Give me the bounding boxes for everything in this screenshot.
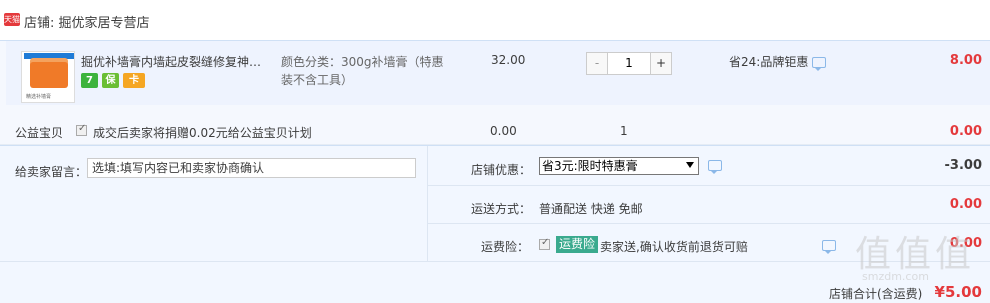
- shop-header: 天猫 店铺: 掘优家居专营店: [0, 0, 990, 40]
- charity-text: 成交后卖家将捐赠0.02元给公益宝贝计划: [93, 126, 312, 140]
- product-title-link[interactable]: 掘优补墙膏内墙起皮裂缝修复神…: [81, 53, 266, 70]
- charity-total: 0.00: [949, 124, 982, 139]
- discount-select[interactable]: 省3元:限时特惠膏: [539, 157, 699, 175]
- insurance-text: 卖家送,确认收货前退货可赔: [600, 240, 748, 254]
- quantity-stepper: - +: [586, 52, 672, 75]
- product-thumbnail[interactable]: 精选补墙膏: [21, 51, 75, 103]
- promotion-text: 省24:品牌钜惠: [729, 55, 809, 69]
- row-divider: [427, 223, 990, 224]
- increase-quantity-button[interactable]: +: [651, 53, 671, 74]
- insurance-checkbox[interactable]: [539, 237, 550, 250]
- shipping-label: 运送方式：: [471, 202, 532, 216]
- promotion-info: 省24:品牌钜惠: [729, 53, 827, 71]
- chat-icon[interactable]: [822, 240, 836, 254]
- thumbnail-tub: [30, 62, 68, 88]
- credit-card-icon[interactable]: 卡: [123, 73, 145, 88]
- unit-price: 32.00: [491, 53, 526, 67]
- discount-total: -3.00: [944, 158, 982, 173]
- thumbnail-caption: 精选补墙膏: [26, 94, 52, 100]
- shop-total-label: 店铺合计(含运费): [829, 287, 923, 301]
- shop-total-amount: ¥5.00: [934, 283, 982, 301]
- chevron-down-icon: [686, 162, 694, 168]
- message-label: 给卖家留言：: [15, 165, 88, 179]
- tmall-icon: 天猫: [4, 13, 20, 26]
- column-divider: [427, 146, 428, 261]
- item-subtotal: 8.00: [949, 53, 982, 68]
- insurance-badge: 运费险: [556, 236, 599, 253]
- seller-message-input[interactable]: [87, 158, 416, 178]
- order-options-block: 给卖家留言： 店铺优惠： 省3元:限时特惠膏 -3.00 运送方式： 普通配送 …: [0, 145, 990, 303]
- row-divider: [0, 261, 990, 262]
- discount-selected-value: 省3元:限时特惠膏: [542, 159, 638, 173]
- service-icons: 7 保 卡: [81, 73, 145, 88]
- shop-name-link[interactable]: 店铺: 掘优家居专营店: [24, 12, 150, 31]
- guarantee-icon[interactable]: 保: [102, 73, 119, 88]
- shipping-total: 0.00: [949, 197, 982, 212]
- insurance-label: 运费险：: [481, 240, 530, 254]
- charity-label: 公益宝贝: [15, 126, 64, 140]
- discount-label: 店铺优惠：: [471, 163, 532, 177]
- charity-checkbox[interactable]: [76, 123, 87, 136]
- item-row: 精选补墙膏 掘优补墙膏内墙起皮裂缝修复神… 7 保 卡 颜色分类：300g补墙膏…: [6, 41, 990, 105]
- shipping-method: 普通配送 快递 免邮: [539, 202, 643, 216]
- chat-icon[interactable]: [812, 57, 827, 71]
- charity-price: 0.00: [490, 124, 517, 138]
- chat-icon[interactable]: [708, 160, 722, 174]
- seven-day-return-icon[interactable]: 7: [81, 73, 98, 88]
- row-divider: [427, 185, 990, 186]
- decrease-quantity-button[interactable]: -: [587, 53, 607, 74]
- charity-quantity: 1: [620, 124, 628, 138]
- watermark-sub: smzdm.com: [862, 270, 929, 283]
- quantity-input[interactable]: [607, 53, 651, 74]
- order-item-block: 精选补墙膏 掘优补墙膏内墙起皮裂缝修复神… 7 保 卡 颜色分类：300g补墙膏…: [0, 40, 990, 145]
- charity-row: 公益宝贝 成交后卖家将捐赠0.02元给公益宝贝计划 0.00 1 0.00: [0, 119, 990, 143]
- sku-info: 颜色分类：300g补墙膏（特惠装不含工具）: [281, 55, 444, 87]
